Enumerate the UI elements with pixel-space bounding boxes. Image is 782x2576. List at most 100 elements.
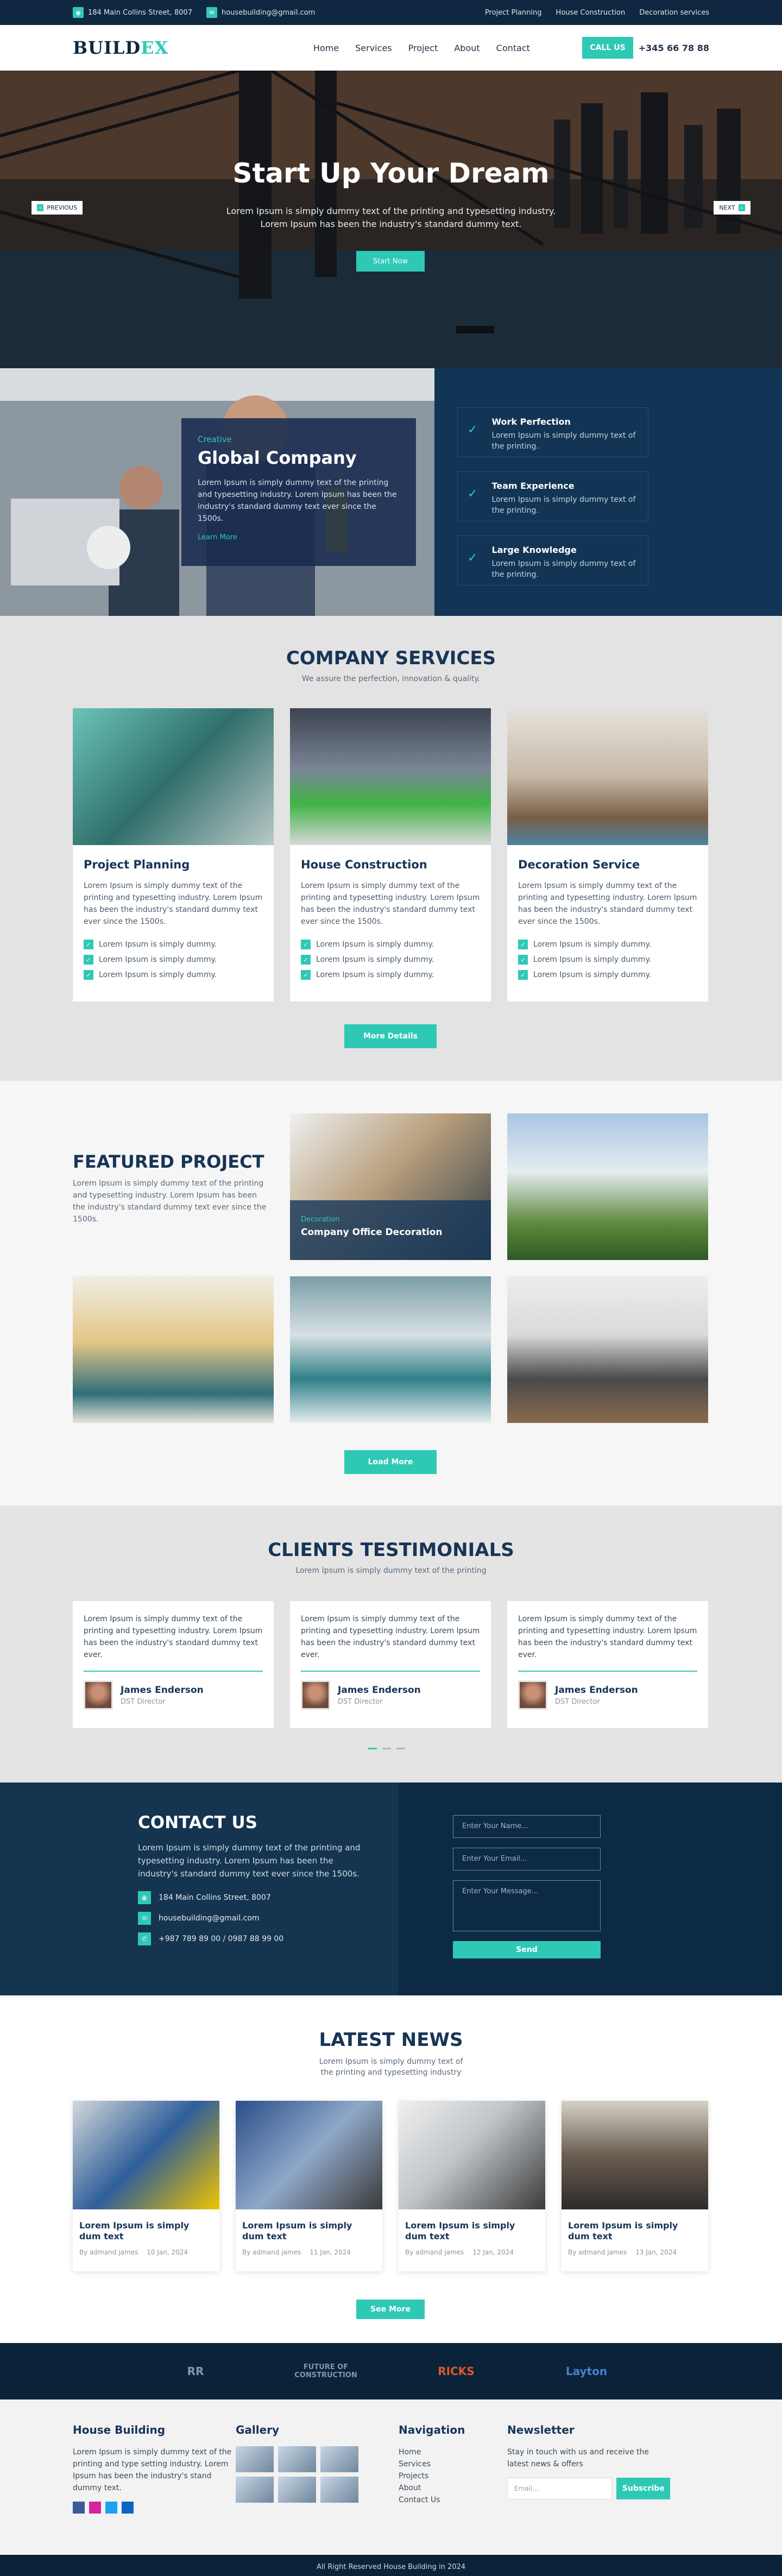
service-bullet: ✓ Lorem Ipsum is simply dummy. [84, 970, 263, 980]
nav-item-project[interactable]: Project [408, 43, 438, 53]
contact-text: Lorem Ipsum is simply dummy text of the … [138, 1843, 361, 1879]
news-date: 13 Jan, 2024 [635, 2249, 677, 2256]
prev-slide-button[interactable]: ‹ PREVIOUS [31, 201, 83, 215]
feature-title: Team Experience [491, 481, 575, 491]
news-title-text[interactable]: Lorem Ipsum is simply dum text [242, 2220, 376, 2242]
news-author: By admand james [79, 2249, 138, 2256]
footer-link-about[interactable]: About [399, 2482, 507, 2494]
hero-text: Lorem Ipsum is simply dummy text of the … [226, 206, 556, 229]
start-now-button[interactable]: Start Now [356, 251, 425, 272]
footer-link-home[interactable]: Home [399, 2446, 507, 2458]
news-card[interactable]: Lorem Ipsum is simply dum text By admand … [562, 2101, 708, 2271]
footer-link-contact[interactable]: Contact Us [399, 2494, 507, 2506]
construction-photo [290, 708, 491, 845]
news-card[interactable]: Lorem Ipsum is simply dum text By admand … [399, 2101, 545, 2271]
call-us-button[interactable]: CALL US [582, 37, 633, 59]
twitter-icon[interactable] [105, 2502, 117, 2514]
gallery-thumb[interactable] [320, 2446, 358, 2472]
project-card[interactable] [507, 1113, 708, 1260]
feature-text: Lorem Ipsum is simply dummy text of the … [491, 559, 636, 579]
contact-section: CONTACT US Lorem Ipsum is simply dummy t… [0, 1783, 782, 1995]
about-section: Creative Global Company Lorem Ipsum is s… [0, 368, 782, 616]
contact-form: Enter Your Name... Enter Your Email... E… [399, 1783, 782, 1995]
gallery-thumb[interactable] [236, 2446, 274, 2472]
footer-heading: Newsletter [507, 2423, 575, 2436]
footer-gallery: Gallery [236, 2423, 399, 2531]
carousel-dot[interactable] [396, 1748, 405, 1749]
project-card[interactable] [507, 1276, 708, 1423]
send-button[interactable]: Send [453, 1941, 601, 1958]
news-card[interactable]: Lorem Ipsum is simply dum text By admand … [73, 2101, 219, 2271]
nav-item-services[interactable]: Services [355, 43, 392, 53]
carousel-dot[interactable] [368, 1748, 377, 1749]
load-more-button[interactable]: Load More [344, 1450, 437, 1474]
next-slide-button[interactable]: NEXT › [714, 201, 751, 215]
service-card: Decoration Service Lorem Ipsum is simply… [507, 708, 708, 1002]
gallery-thumb[interactable] [278, 2477, 316, 2503]
check-icon: ✓ [518, 940, 528, 949]
gallery-thumb[interactable] [278, 2446, 316, 2472]
mail-icon: ✉ [138, 1912, 151, 1925]
top-email-text[interactable]: housebuilding@gmail.com [222, 9, 315, 17]
service-card: House Construction Lorem Ipsum is simply… [290, 708, 491, 1002]
news-card[interactable]: Lorem Ipsum is simply dum text By admand … [236, 2101, 382, 2271]
footer-link-projects[interactable]: Projects [399, 2470, 507, 2482]
nav-item-home[interactable]: Home [313, 43, 339, 53]
nav-item-contact[interactable]: Contact [496, 43, 530, 53]
news-photo [73, 2101, 219, 2209]
prev-label: PREVIOUS [47, 204, 78, 211]
newsletter-email-input[interactable]: Email... [507, 2478, 613, 2499]
check-icon: ✓ [84, 940, 93, 949]
project-card[interactable] [73, 1276, 274, 1423]
see-more-button[interactable]: See More [356, 2300, 425, 2319]
news-title-text[interactable]: Lorem Ipsum is simply dum text [79, 2220, 213, 2242]
more-details-button[interactable]: More Details [344, 1024, 437, 1048]
nav-item-about[interactable]: About [454, 43, 480, 53]
subscribe-button[interactable]: Subscribe [616, 2478, 670, 2499]
news-author: By admand james [568, 2249, 627, 2256]
footer-link-services[interactable]: Services [399, 2458, 507, 2470]
top-link-decoration-services[interactable]: Decoration services [639, 9, 709, 17]
testimonial-card: Lorem Ipsum is simply dummy text of the … [73, 1601, 274, 1728]
phone-icon: ✆ [138, 1932, 151, 1945]
avatar [301, 1680, 330, 1710]
message-textarea[interactable]: Enter Your Message... [453, 1880, 601, 1931]
learn-more-link[interactable]: Learn More [198, 533, 400, 541]
service-text: Lorem Ipsum is simply dummy text of the … [84, 881, 263, 926]
contact-phone: ✆ +987 789 89 00 / 0987 88 99 00 [138, 1932, 399, 1945]
instagram-icon[interactable] [89, 2502, 101, 2514]
top-email[interactable]: ✉ housebuilding@gmail.com [206, 7, 315, 18]
contact-email[interactable]: ✉ housebuilding@gmail.com [138, 1912, 399, 1925]
partner-logo: Layton [565, 2365, 608, 2378]
gallery-thumb[interactable] [236, 2477, 274, 2503]
facebook-icon[interactable] [73, 2502, 85, 2514]
top-link-project-planning[interactable]: Project Planning [485, 9, 542, 17]
top-link-house-construction[interactable]: House Construction [556, 9, 626, 17]
name-input[interactable]: Enter Your Name... [453, 1815, 601, 1838]
check-icon: ✓ [468, 551, 478, 565]
testimonial-role: DST Director [555, 1697, 600, 1706]
logo-accent: EX [141, 37, 169, 58]
contact-email-text[interactable]: housebuilding@gmail.com [159, 1914, 260, 1923]
carousel-dot[interactable] [382, 1748, 391, 1749]
contact-address: ◉ 184 Main Collins Street, 8007 [138, 1891, 399, 1904]
news-title-text[interactable]: Lorem Ipsum is simply dum text [568, 2220, 702, 2242]
news-subtitle: Lorem Ipsum is simply dummy text of the … [319, 2057, 463, 2077]
top-address: ◉ 184 Main Collins Street, 8007 [73, 7, 192, 18]
linkedin-icon[interactable] [122, 2502, 134, 2514]
project-card[interactable] [290, 1276, 491, 1423]
news-date: 10 Jan, 2024 [147, 2249, 188, 2256]
news-title-text[interactable]: Lorem Ipsum is simply dum text [405, 2220, 539, 2242]
testimonial-name: James Enderson [338, 1684, 421, 1696]
feature-item: ✓ Work Perfection Lorem Ipsum is simply d… [457, 407, 648, 457]
project-card[interactable]: Decoration Company Office Decoration [290, 1113, 491, 1260]
service-text: Lorem Ipsum is simply dummy text of the … [301, 881, 480, 926]
service-bullet: ✓ Lorem Ipsum is simply dummy. [301, 940, 480, 949]
mail-icon: ✉ [206, 7, 217, 18]
email-input[interactable]: Enter Your Email... [453, 1848, 601, 1870]
call-area: CALL US +345 66 78 88 [582, 37, 709, 59]
contact-title: CONTACT US [138, 1813, 257, 1832]
logo[interactable]: BUILDEX [73, 37, 168, 58]
gallery-thumb[interactable] [320, 2477, 358, 2503]
contact-address-text: 184 Main Collins Street, 8007 [159, 1893, 271, 1902]
